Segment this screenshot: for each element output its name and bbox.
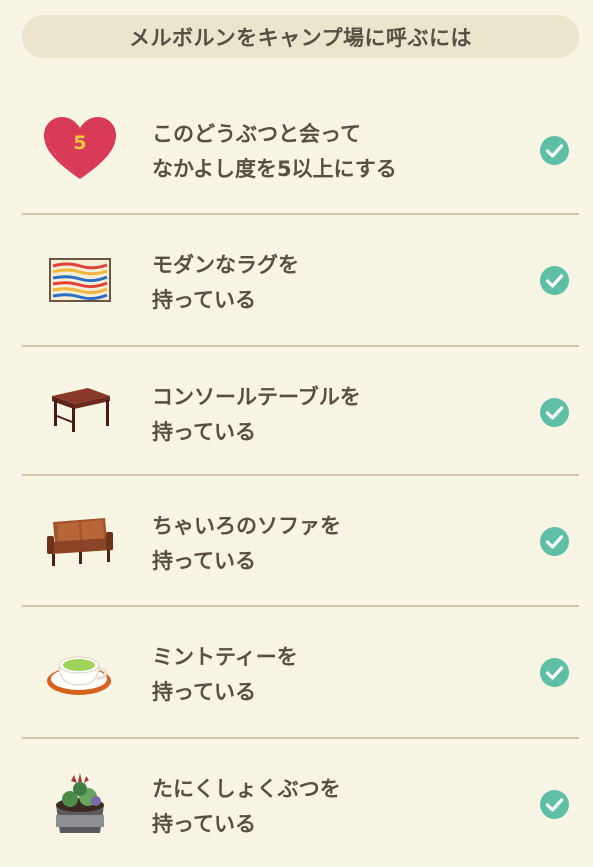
condition-row-rug: モダンなラグを 持っている [22,215,579,347]
modern-rug-icon [40,245,120,315]
condition-line-1: コンソールテーブルを [152,385,361,409]
mint-tea-icon [40,637,120,707]
check-icon [540,790,569,819]
condition-label: ミントティーを 持っている [152,640,298,710]
succulent-plant-icon [40,769,120,839]
condition-row-sofa: ちゃいろのソファを 持っている [22,476,579,607]
condition-line-2: 持っている [152,288,256,312]
condition-row-friendship: 5 このどうぶつと会って なかよし度を5以上にする [22,84,579,215]
heart-friendship-icon: 5 [40,114,120,184]
page-title: メルボルンをキャンプ場に呼ぶには [22,15,579,58]
condition-row-succulent: たにくしょくぶつを 持っている [22,739,579,867]
condition-label: ちゃいろのソファを 持っている [152,509,341,579]
brown-sofa-icon [40,506,120,576]
condition-row-console-table: コンソールテーブルを 持っている [22,347,579,476]
condition-label: たにくしょくぶつを 持っている [152,772,341,842]
condition-line-1: このどうぶつと会って [152,122,361,146]
condition-line-2: 持っている [152,812,256,836]
condition-line-1: たにくしょくぶつを [152,777,341,801]
condition-label: このどうぶつと会って なかよし度を5以上にする [152,117,397,187]
check-icon [540,136,569,165]
condition-line-1: モダンなラグを [152,253,299,277]
condition-line-2: 持っている [152,420,256,444]
condition-line-1: ちゃいろのソファを [152,514,341,538]
check-icon [540,658,569,687]
friendship-level-badge: 5 [73,132,86,154]
condition-line-1: ミントティーを [152,645,298,669]
condition-row-mint-tea: ミントティーを 持っている [22,607,579,739]
condition-label: コンソールテーブルを 持っている [152,380,361,450]
check-icon [540,266,569,295]
check-icon [540,398,569,427]
condition-line-2: なかよし度を5以上にする [152,157,397,181]
condition-line-2: 持っている [152,549,256,573]
console-table-icon [40,375,120,445]
condition-line-2: 持っている [152,680,256,704]
condition-label: モダンなラグを 持っている [152,248,299,318]
check-icon [540,527,569,556]
